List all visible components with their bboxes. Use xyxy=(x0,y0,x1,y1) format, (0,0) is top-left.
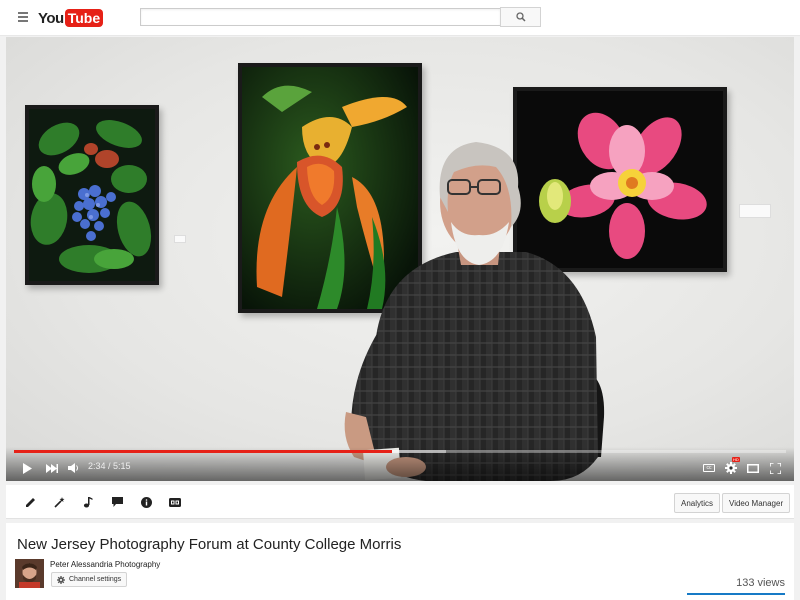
annotations-button[interactable] xyxy=(110,495,124,509)
player-controls: 2:34 / 5:15 cc HD xyxy=(6,447,794,481)
fullscreen-button[interactable] xyxy=(768,461,782,475)
gear-icon xyxy=(725,462,737,474)
closed-captions-icon xyxy=(169,497,181,507)
logo-you-text: You xyxy=(38,9,64,27)
current-time: 2:34 xyxy=(88,461,106,471)
views-bar xyxy=(687,593,785,595)
captions-button[interactable]: cc xyxy=(702,461,716,475)
subtitles-button[interactable] xyxy=(168,495,182,509)
time-separator: / xyxy=(105,461,114,471)
gear-icon xyxy=(57,575,65,584)
menu-icon[interactable] xyxy=(18,12,28,22)
theater-mode-button[interactable] xyxy=(746,461,760,475)
speaker-figure xyxy=(344,142,605,481)
speech-bubble-icon xyxy=(111,497,123,507)
info-icon xyxy=(140,496,152,508)
video-manager-button[interactable]: Video Manager xyxy=(722,493,791,513)
channel-settings-button[interactable]: Channel settings xyxy=(51,572,128,587)
volume-button[interactable] xyxy=(66,461,80,475)
channel-settings-label: Channel settings xyxy=(69,576,122,583)
cards-button[interactable] xyxy=(139,495,153,509)
logo-tube-text: Tube xyxy=(64,9,104,27)
magic-wand-icon xyxy=(53,496,64,508)
youtube-logo[interactable]: You Tube xyxy=(38,9,104,27)
duration: 5:15 xyxy=(113,461,131,471)
video-info: New Jersey Photography Forum at County C… xyxy=(6,523,794,600)
progress-played xyxy=(14,450,392,453)
analytics-button[interactable]: Analytics xyxy=(674,493,721,513)
edit-button[interactable] xyxy=(23,495,37,509)
play-icon xyxy=(23,462,32,474)
play-button[interactable] xyxy=(20,461,34,475)
views-bar-fill xyxy=(687,593,785,595)
theater-mode-icon xyxy=(747,463,759,473)
channel-avatar[interactable] xyxy=(15,559,44,588)
search-icon xyxy=(515,12,526,22)
enhancements-button[interactable] xyxy=(52,495,66,509)
fullscreen-icon xyxy=(769,462,781,474)
video-title: New Jersey Photography Forum at County C… xyxy=(17,536,402,553)
next-icon xyxy=(46,463,58,473)
search-input[interactable] xyxy=(140,8,501,26)
progress-bar[interactable] xyxy=(14,450,786,453)
captions-label: cc xyxy=(706,465,712,471)
channel-name[interactable]: Peter Alessandria Photography xyxy=(50,560,160,569)
search-button[interactable] xyxy=(500,7,541,27)
video-player[interactable]: 2:34 / 5:15 cc HD xyxy=(6,37,794,481)
volume-icon xyxy=(67,463,78,473)
hd-badge: HD xyxy=(732,457,740,462)
masthead: You Tube xyxy=(0,0,800,36)
pencil-icon xyxy=(25,497,35,507)
music-note-icon xyxy=(83,496,93,507)
time-display: 2:34 / 5:15 xyxy=(88,461,131,471)
audio-button[interactable] xyxy=(81,495,95,509)
avatar-image xyxy=(15,559,44,588)
view-count: 133 views xyxy=(736,577,785,589)
settings-button[interactable]: HD xyxy=(723,457,740,475)
captions-icon: cc xyxy=(703,464,715,472)
next-button[interactable] xyxy=(44,461,60,475)
creator-toolbar: Analytics Video Manager xyxy=(6,485,794,519)
